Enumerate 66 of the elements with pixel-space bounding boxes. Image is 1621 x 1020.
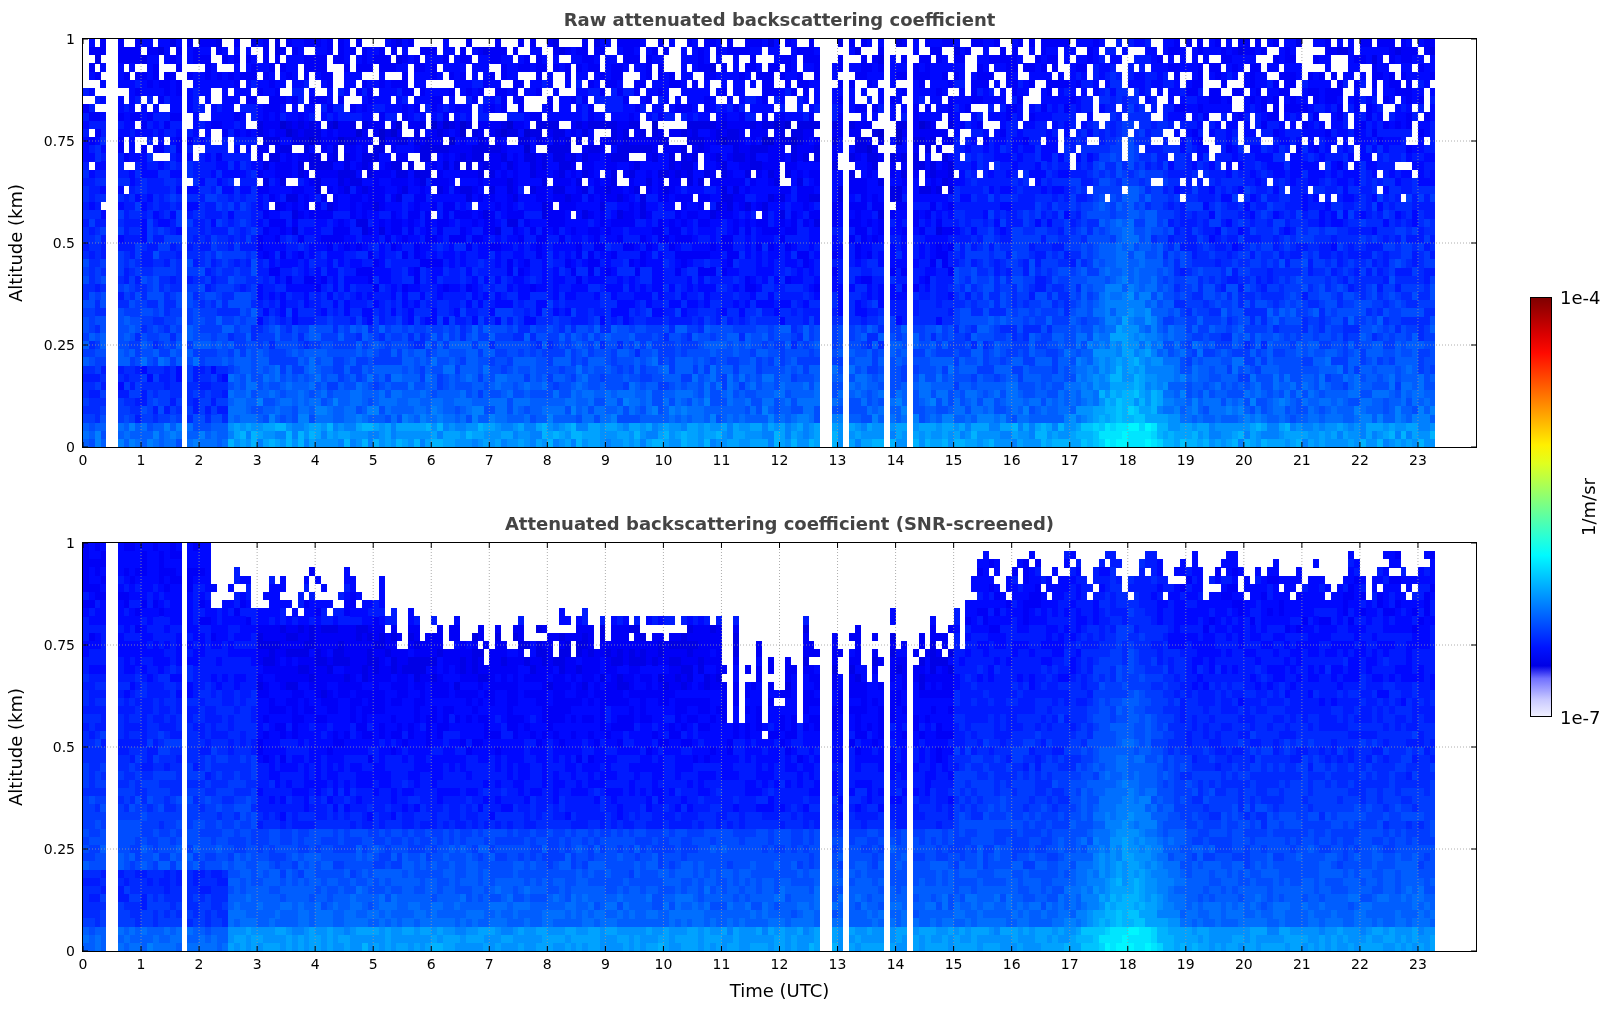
y-tick-label: 0.25 bbox=[43, 337, 75, 353]
x-tick-label: 22 bbox=[1351, 452, 1369, 468]
y-tick-label: 0.5 bbox=[52, 235, 75, 251]
x-tick-label: 8 bbox=[542, 956, 552, 972]
y-tick-label: 0.25 bbox=[43, 841, 75, 857]
x-tick-label: 0 bbox=[78, 956, 88, 972]
chart-title: Attenuated backscattering coefficient (SNR-screened) bbox=[503, 511, 1056, 536]
colorbar-tick-label: 1e-7 bbox=[1560, 706, 1601, 728]
x-tick-label: 12 bbox=[770, 956, 789, 972]
x-tick-label: 1 bbox=[136, 452, 146, 468]
x-tick-label: 19 bbox=[1176, 452, 1195, 468]
x-tick-label: 10 bbox=[654, 956, 673, 972]
x-tick-label: 19 bbox=[1176, 956, 1195, 972]
x-tick-label: 2 bbox=[194, 452, 204, 468]
x-tick-label: 8 bbox=[542, 452, 552, 468]
x-tick-label: 3 bbox=[252, 956, 262, 972]
y-axis-label: Altitude (km) bbox=[4, 687, 26, 807]
x-tick-label: 17 bbox=[1060, 956, 1079, 972]
x-tick-label: 9 bbox=[600, 956, 610, 972]
y-tick-label: 0 bbox=[66, 439, 75, 455]
x-tick-label: 23 bbox=[1409, 956, 1427, 972]
x-tick-label: 20 bbox=[1234, 956, 1253, 972]
x-tick-label: 9 bbox=[600, 452, 610, 468]
x-tick-label: 6 bbox=[426, 452, 436, 468]
x-tick-label: 11 bbox=[712, 452, 731, 468]
x-tick-label: 4 bbox=[310, 956, 320, 972]
x-tick-label: 13 bbox=[828, 452, 847, 468]
x-tick-label: 21 bbox=[1292, 956, 1311, 972]
x-tick-label: 16 bbox=[1002, 956, 1021, 972]
x-tick-label: 12 bbox=[770, 452, 789, 468]
x-tick-label: 23 bbox=[1409, 452, 1427, 468]
x-tick-label: 7 bbox=[484, 956, 494, 972]
x-tick-label: 6 bbox=[426, 956, 436, 972]
x-tick-label: 0 bbox=[78, 452, 88, 468]
x-tick-label: 15 bbox=[944, 956, 963, 972]
x-tick-label: 2 bbox=[194, 956, 204, 972]
x-tick-label: 10 bbox=[654, 452, 673, 468]
x-tick-label: 4 bbox=[310, 452, 320, 468]
y-tick-label: 0.75 bbox=[43, 637, 75, 653]
x-axis-label: Time (UTC) bbox=[728, 980, 831, 1001]
x-tick-label: 5 bbox=[368, 452, 378, 468]
y-tick-label: 0.75 bbox=[43, 133, 75, 149]
x-tick-label: 18 bbox=[1118, 956, 1137, 972]
x-tick-label: 18 bbox=[1118, 452, 1137, 468]
x-tick-label: 22 bbox=[1351, 956, 1369, 972]
chart-title: Raw attenuated backscattering coefficient bbox=[562, 7, 997, 32]
x-tick-label: 21 bbox=[1292, 452, 1311, 468]
x-tick-label: 3 bbox=[252, 452, 262, 468]
x-tick-label: 13 bbox=[828, 956, 847, 972]
y-tick-label: 1 bbox=[66, 31, 75, 47]
x-tick-label: 5 bbox=[368, 956, 378, 972]
x-tick-label: 20 bbox=[1234, 452, 1253, 468]
y-tick-label: 0 bbox=[66, 943, 75, 959]
y-axis-label: Altitude (km) bbox=[4, 183, 26, 303]
colorbar-label: 1/m/sr bbox=[1577, 478, 1599, 536]
x-tick-label: 11 bbox=[712, 956, 731, 972]
colorbar-tick-label: 1e-4 bbox=[1560, 286, 1601, 308]
y-tick-label: 1 bbox=[66, 535, 75, 551]
x-tick-label: 14 bbox=[886, 452, 905, 468]
x-tick-label: 7 bbox=[484, 452, 494, 468]
y-tick-label: 0.5 bbox=[52, 739, 75, 755]
x-tick-label: 15 bbox=[944, 452, 963, 468]
x-tick-label: 16 bbox=[1002, 452, 1021, 468]
x-tick-label: 17 bbox=[1060, 452, 1079, 468]
x-tick-label: 1 bbox=[136, 956, 146, 972]
x-tick-label: 14 bbox=[886, 956, 905, 972]
